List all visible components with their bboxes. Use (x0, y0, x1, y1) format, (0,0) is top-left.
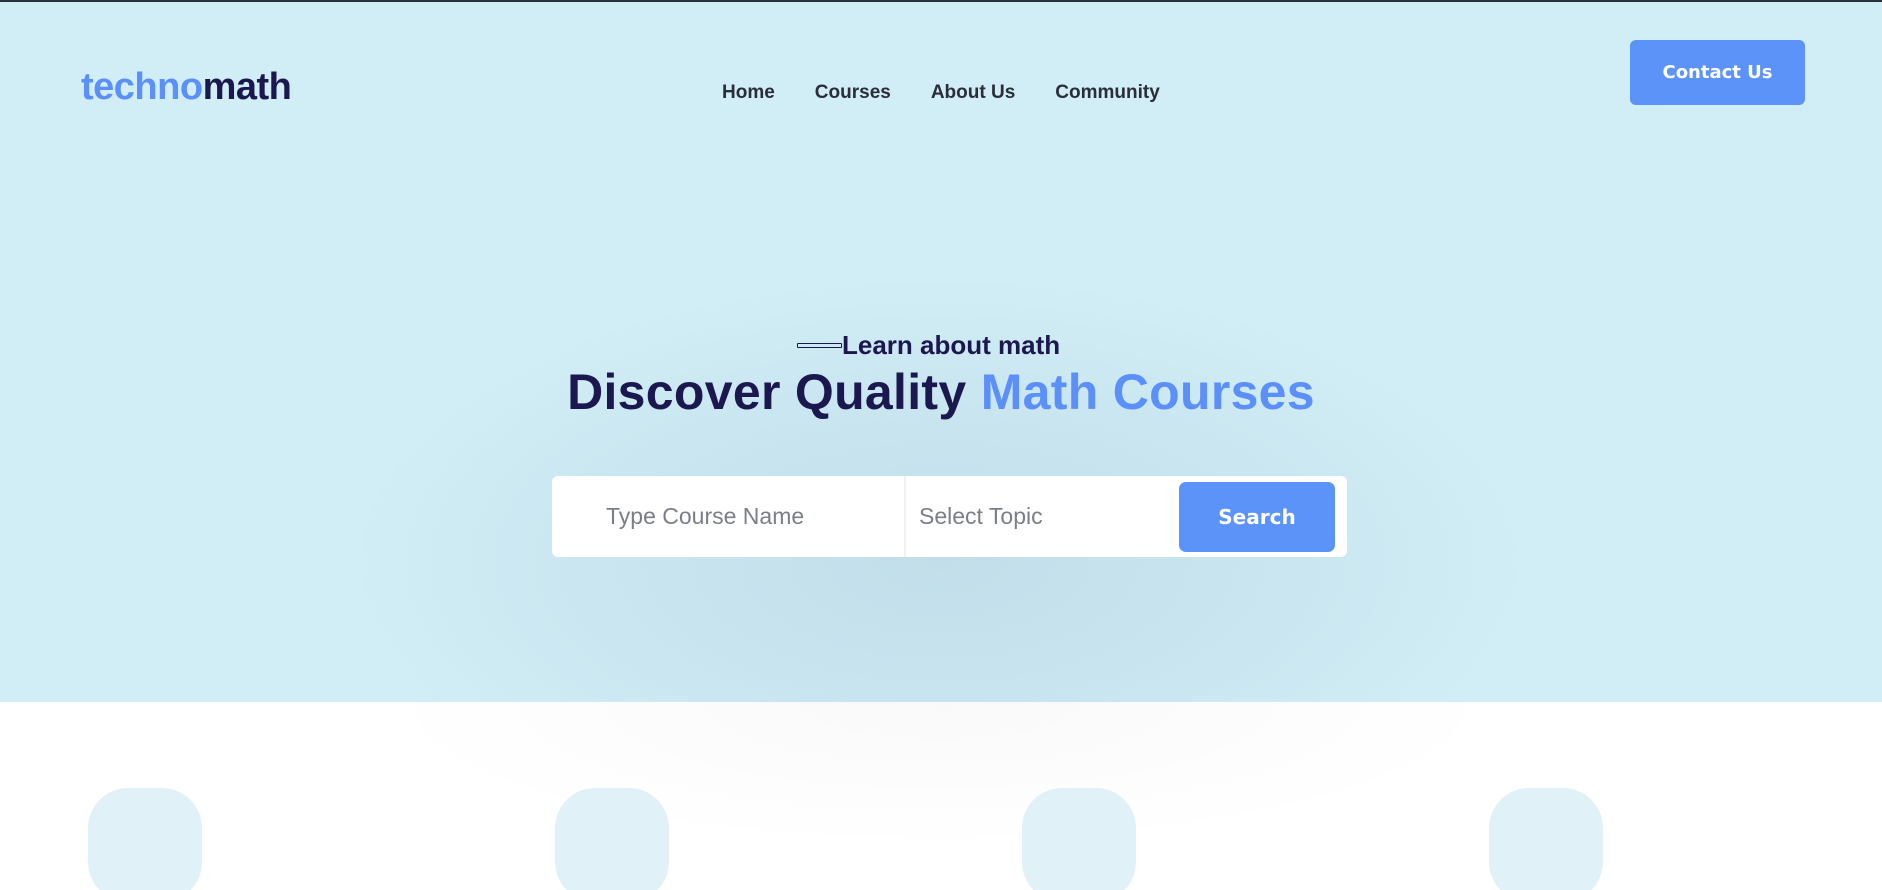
feature-icon-1 (88, 788, 202, 890)
eyebrow-dash (797, 343, 842, 348)
hero-headline: Discover Quality Math Courses (0, 363, 1882, 421)
feature-icon-2 (555, 788, 669, 890)
nav-courses[interactable]: Courses (815, 82, 891, 104)
section-shadow (360, 702, 1520, 852)
logo-part-math: math (202, 66, 292, 108)
nav-about-us[interactable]: About Us (931, 82, 1015, 104)
topic-select-placeholder: Select Topic (919, 503, 1043, 529)
contact-us-button[interactable]: Contact Us (1630, 40, 1805, 105)
nav-community[interactable]: Community (1055, 82, 1160, 104)
eyebrow-text: Learn about math (842, 330, 1061, 360)
course-search-bar: Select Topic Search (552, 476, 1347, 557)
logo-part-techno: techno (81, 66, 203, 108)
main-nav: Home Courses About Us Community (722, 82, 1160, 104)
search-button[interactable]: Search (1179, 481, 1335, 552)
headline-main: Discover Quality (567, 364, 981, 420)
course-name-input[interactable] (552, 476, 906, 557)
nav-home[interactable]: Home (722, 82, 775, 104)
feature-icon-4 (1489, 788, 1603, 890)
hero-eyebrow: Learn about math (797, 330, 1060, 361)
headline-accent: Math Courses (980, 364, 1315, 420)
feature-icon-3 (1022, 788, 1136, 890)
logo[interactable]: technomath (81, 66, 292, 109)
topic-select[interactable]: Select Topic (906, 476, 1178, 557)
